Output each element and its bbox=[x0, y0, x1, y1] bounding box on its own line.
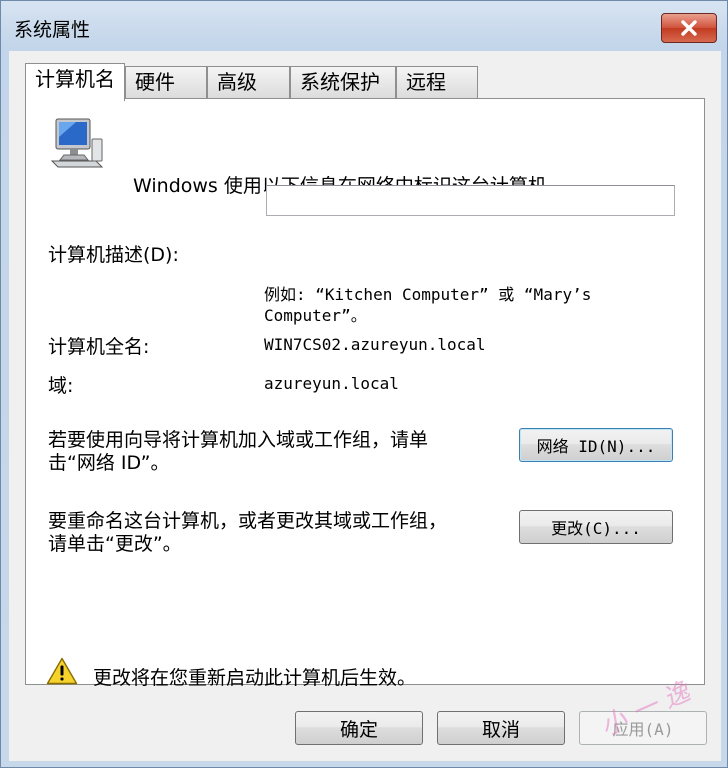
close-button[interactable] bbox=[661, 13, 717, 43]
ok-button[interactable]: 确定 bbox=[295, 711, 423, 745]
example-text-line2: Computer”。 bbox=[264, 306, 367, 325]
cancel-button-label: 取消 bbox=[481, 718, 520, 741]
dialog-client-area: 计算机名 硬件 高级 系统保护 远程 Windows 计算机描述(D): 例如:… bbox=[9, 51, 721, 761]
tab-label: 硬件 bbox=[135, 70, 175, 94]
tab-remote[interactable]: 远程 bbox=[396, 66, 478, 98]
title-bar[interactable]: 系统属性 bbox=[1, 1, 727, 51]
tab-label: 系统保护 bbox=[300, 70, 380, 94]
tab-advanced[interactable]: 高级 bbox=[207, 66, 290, 98]
computer-icon bbox=[50, 118, 104, 168]
warning-icon bbox=[46, 657, 78, 685]
tab-label: 高级 bbox=[217, 70, 257, 94]
close-icon bbox=[681, 20, 697, 36]
cancel-button[interactable]: 取消 bbox=[437, 711, 565, 745]
change-button-label: 更改(C)... bbox=[551, 519, 641, 538]
domain-label: 域: bbox=[48, 375, 74, 397]
restart-warning-text: 更改将在您重新启动此计算机后生效。 bbox=[93, 667, 417, 689]
computer-description-input[interactable] bbox=[266, 185, 675, 216]
system-properties-window: 系统属性 计算机名 硬件 高级 系统保护 远程 Windows 计算机描述(D)… bbox=[0, 0, 728, 768]
tab-system-protection[interactable]: 系统保护 bbox=[290, 66, 396, 98]
computer-name-panel: Windows 使用以下信息在网络中标识这台计算机。 计算机描述(D): 例如:… bbox=[25, 98, 705, 689]
domain-value: azureyun.local bbox=[264, 374, 399, 393]
computer-description-label: 计算机描述(D): bbox=[48, 244, 179, 266]
rename-description-line2: 请单击“更改”。 bbox=[48, 533, 182, 555]
network-id-description-line2: 击“网络 ID”。 bbox=[48, 452, 170, 474]
network-id-button[interactable]: 网络 ID(N)... bbox=[519, 428, 673, 462]
ok-button-label: 确定 bbox=[339, 718, 378, 741]
full-computer-name-value: WIN7CS02.azureyun.local bbox=[264, 335, 486, 354]
tab-label: 远程 bbox=[406, 70, 446, 94]
tab-computer-name[interactable]: 计算机名 bbox=[25, 63, 125, 101]
change-button[interactable]: 更改(C)... bbox=[519, 510, 673, 544]
network-id-button-label: 网络 ID(N)... bbox=[536, 437, 656, 456]
tab-hardware[interactable]: 硬件 bbox=[125, 66, 207, 98]
window-title: 系统属性 bbox=[14, 19, 91, 41]
full-computer-name-label: 计算机全名: bbox=[48, 336, 150, 358]
tab-label: 计算机名 bbox=[35, 67, 115, 91]
